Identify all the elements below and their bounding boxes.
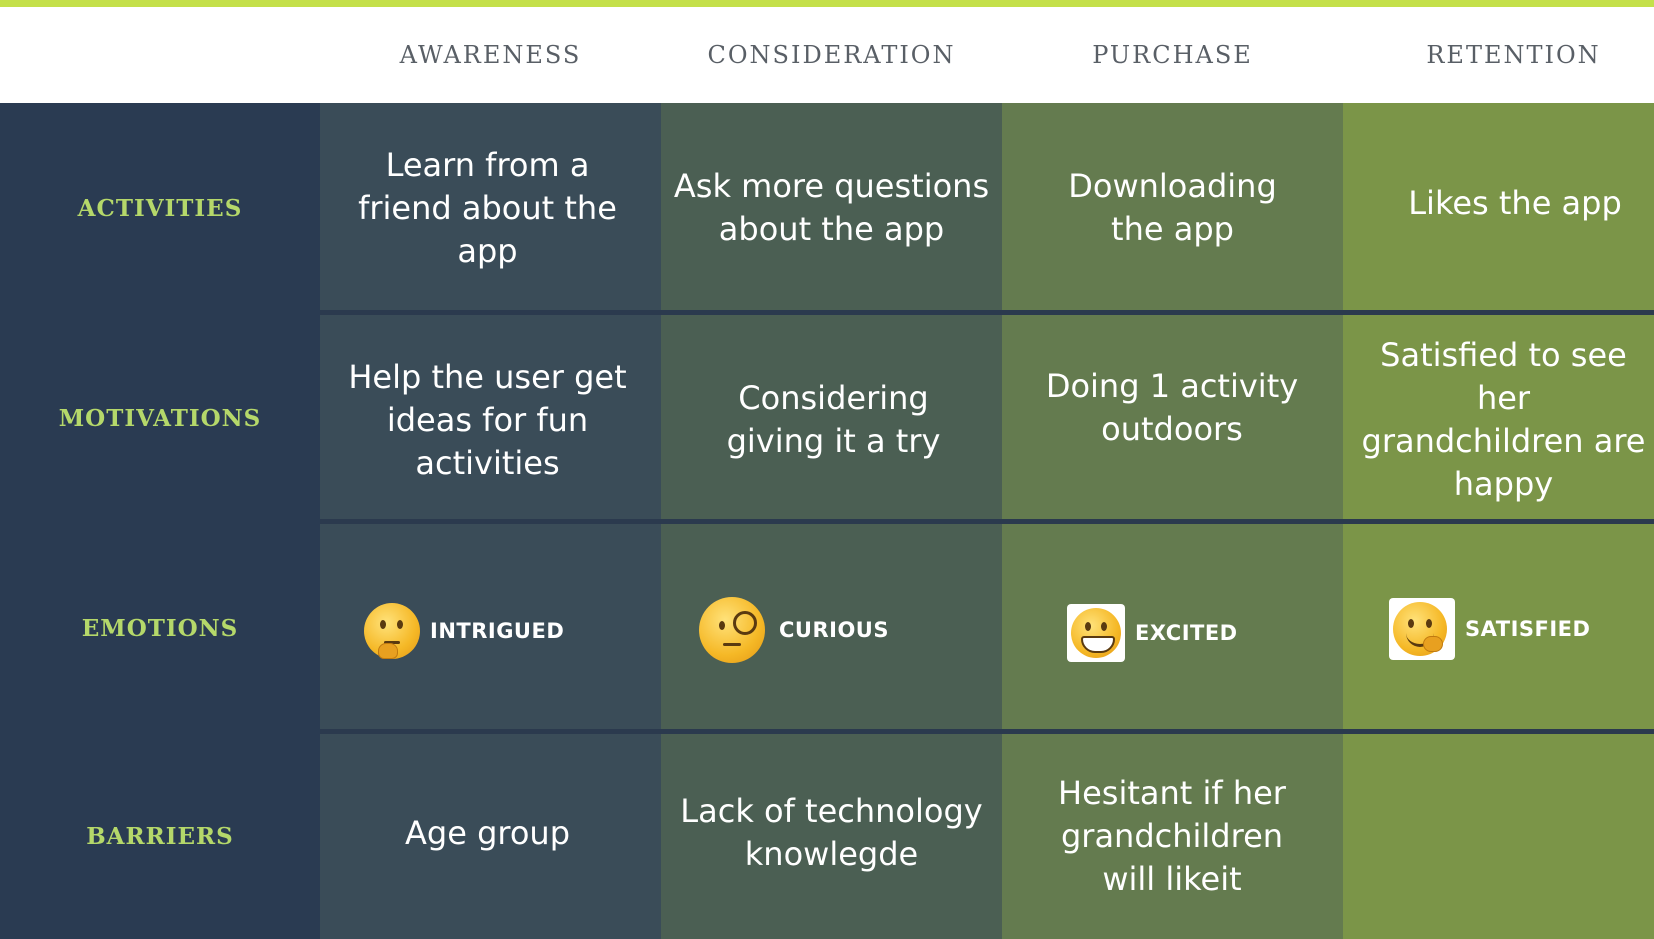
barrier-awareness: Age group bbox=[405, 813, 570, 852]
activity-consideration: Ask more questions about the app bbox=[673, 167, 990, 248]
emotion-curious: CURIOUS bbox=[699, 597, 889, 663]
row-header-motivations: MOTIVATIONS bbox=[58, 404, 262, 432]
column-header-consideration: CONSIDERATION bbox=[707, 41, 956, 69]
column-header-retention: RETENTION bbox=[1426, 41, 1601, 69]
row-header-activities: ACTIVITIES bbox=[77, 194, 243, 222]
activity-retention: Likes the app bbox=[1408, 183, 1622, 222]
motivation-awareness: Help the user get ideas for fun activiti… bbox=[348, 357, 627, 482]
row-header-barriers: BARRIERS bbox=[86, 822, 234, 850]
relieved-face-icon bbox=[1389, 598, 1455, 660]
thinking-face-icon bbox=[364, 603, 420, 659]
emotion-label: EXCITED bbox=[1135, 621, 1238, 645]
motivation-purchase: Doing 1 activity outdoors bbox=[1045, 367, 1299, 448]
motivation-retention: Satisfied to see her grandchildren are h… bbox=[1361, 336, 1646, 503]
activity-purchase: Downloading the app bbox=[1068, 167, 1277, 248]
monocle-face-icon bbox=[699, 597, 765, 663]
emotion-intrigued: INTRIGUED bbox=[364, 603, 564, 659]
motivation-consideration: Considering giving it a try bbox=[726, 379, 941, 460]
emotion-label: SATISFIED bbox=[1465, 617, 1591, 641]
activity-awareness: Learn from a friend about the app bbox=[358, 145, 617, 270]
top-accent-bar bbox=[0, 0, 1654, 7]
barrier-consideration: Lack of technology knowlegde bbox=[680, 792, 983, 873]
barrier-retention bbox=[1353, 733, 1654, 933]
emotion-excited: EXCITED bbox=[1067, 604, 1238, 662]
emotion-satisfied: SATISFIED bbox=[1389, 598, 1590, 660]
column-header-awareness: AWARENESS bbox=[399, 41, 582, 69]
barrier-purchase: Hesitant if her grandchildren will likei… bbox=[1058, 773, 1286, 898]
emotion-label: INTRIGUED bbox=[430, 619, 565, 643]
column-header-purchase: PURCHASE bbox=[1092, 41, 1253, 69]
row-header-emotions: EMOTIONS bbox=[81, 614, 239, 642]
emotion-label: CURIOUS bbox=[779, 618, 889, 642]
grinning-face-icon bbox=[1067, 604, 1125, 662]
